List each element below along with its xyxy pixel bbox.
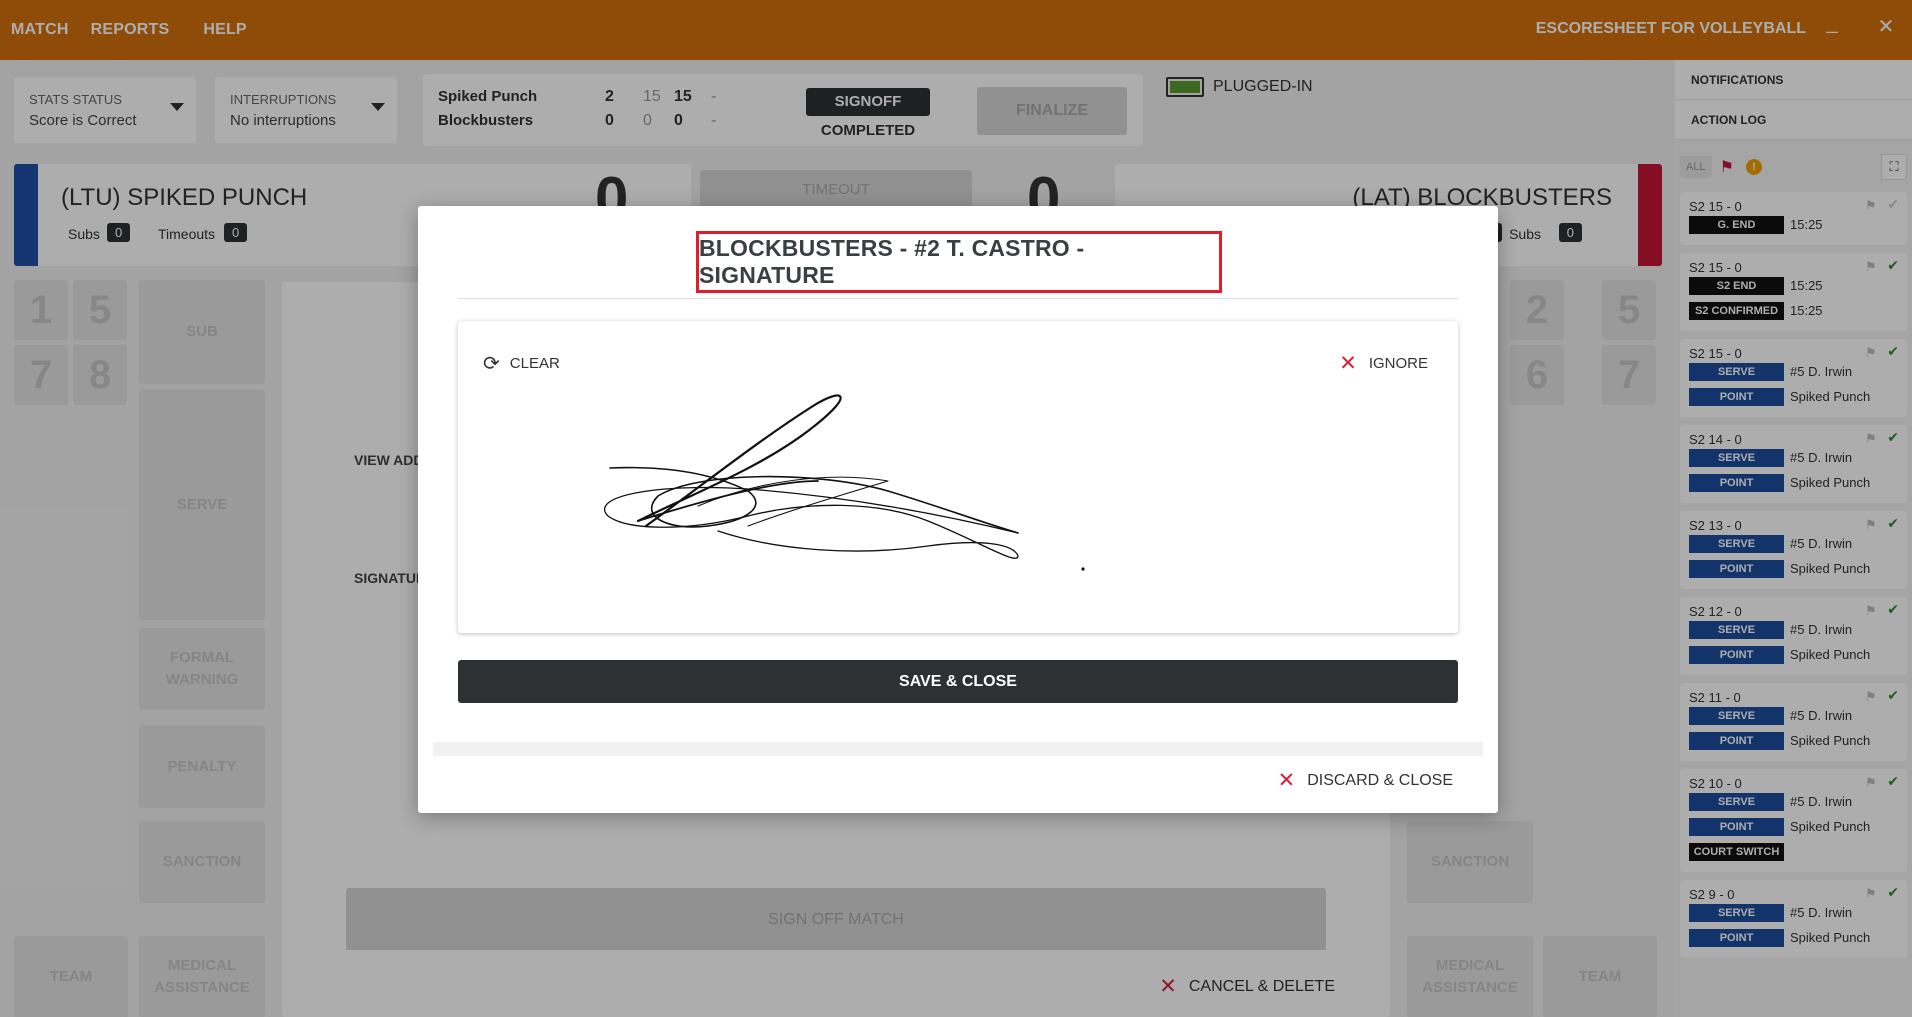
signature-stroke	[604, 394, 1085, 571]
save-close-button[interactable]: SAVE & CLOSE	[458, 660, 1458, 703]
discard-close-label: DISCARD & CLOSE	[1307, 771, 1453, 789]
close-icon: ✕	[1277, 769, 1296, 792]
modal-title: BLOCKBUSTERS - #2 T. CASTRO - SIGNATURE	[699, 235, 1085, 288]
modal-title-highlight: BLOCKBUSTERS - #2 T. CASTRO - SIGNATURE	[696, 231, 1222, 293]
modal-divider	[458, 298, 1458, 299]
discard-close-button[interactable]: ✕ DISCARD & CLOSE	[1278, 768, 1453, 793]
signature-pad[interactable]: ⟳ CLEAR ✕ IGNORE	[458, 321, 1458, 633]
modal-backdrop-side[interactable]	[1675, 0, 1912, 1017]
signature-modal: BLOCKBUSTERS - #2 T. CASTRO - SIGNATURE …	[418, 206, 1498, 813]
modal-footer: ✕ DISCARD & CLOSE	[433, 742, 1483, 798]
